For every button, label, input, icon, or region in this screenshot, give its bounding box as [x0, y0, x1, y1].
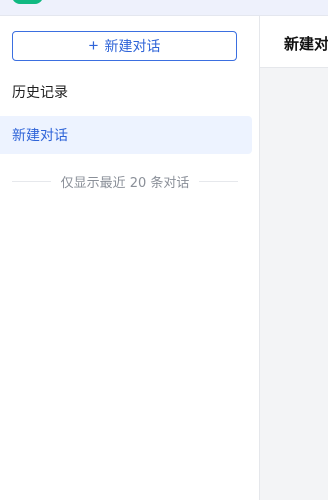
conversation-item-active[interactable]: 新建对话: [0, 116, 252, 154]
plus-icon: +: [88, 36, 99, 55]
new-chat-button[interactable]: + 新建对话: [12, 31, 237, 61]
history-limit-text: 仅显示最近 20 条对话: [60, 176, 190, 191]
top-bar: [0, 0, 328, 16]
main-header: 新建对话: [260, 16, 328, 68]
divider-left: [12, 181, 51, 182]
conversation-title: 新建对话: [12, 128, 68, 144]
history-limit-note: 仅显示最近 20 条对话: [12, 172, 238, 191]
sidebar: + 新建对话 历史记录 新建对话 仅显示最近 20 条对话: [0, 16, 260, 500]
history-heading: 历史记录: [12, 85, 68, 101]
new-chat-label: 新建对话: [104, 38, 161, 54]
divider-right: [199, 181, 238, 182]
conversation-title-header: 新建对话: [284, 35, 328, 53]
app-window: + 新建对话 历史记录 新建对话 仅显示最近 20 条对话 新建对话: [0, 0, 328, 500]
main-area: 新建对话: [260, 16, 328, 500]
app-logo: [12, 0, 43, 4]
